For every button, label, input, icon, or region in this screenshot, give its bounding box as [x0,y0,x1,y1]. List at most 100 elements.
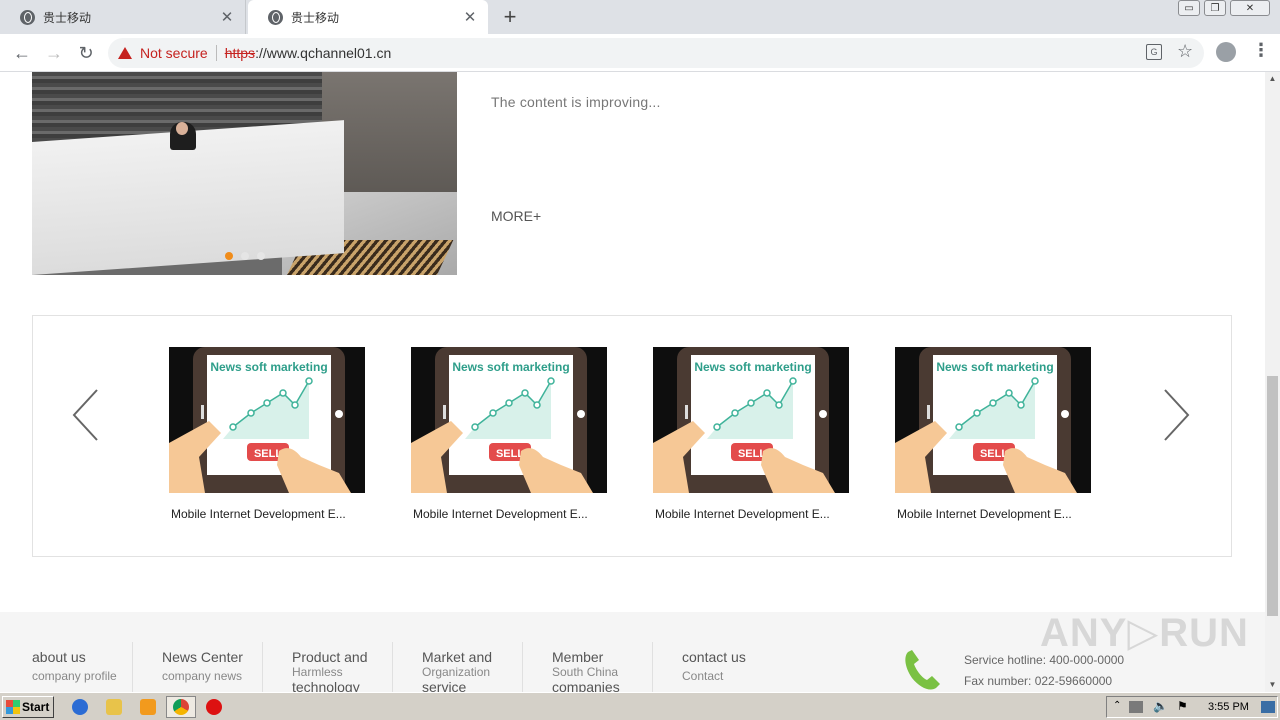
footer-link[interactable]: Organization [422,664,490,680]
carousel-card[interactable]: News soft marketing SELL Mobile Internet … [653,347,849,521]
volume-icon[interactable]: 🔈 [1153,699,1168,713]
carousel-card[interactable]: News soft marketing SELL Mobile Internet … [895,347,1091,521]
address-bar[interactable]: Not secure https://www.qchannel01.cn [108,38,1204,68]
tab-close-icon[interactable]: ✕ [462,8,478,26]
flag-icon[interactable]: ⚑ [1177,699,1188,713]
slider-dot[interactable] [241,252,249,260]
chart-point [731,409,739,417]
footer-divider [132,642,133,692]
ie-icon[interactable] [72,699,88,715]
card-caption[interactable]: Mobile Internet Development E... [169,507,365,521]
tablet-marketing-image[interactable]: News soft marketing SELL [169,347,365,493]
scroll-thumb[interactable] [1267,376,1278,616]
chart-point [279,389,287,397]
tab-1[interactable]: 贵士移动 ✕ [0,0,246,34]
globe-icon [20,9,35,25]
carousel-prev-arrow-icon[interactable] [71,388,101,442]
windows-taskbar: Start ⌃ 🔈 ⚑ 3:55 PM [0,692,1280,720]
chrome-icon [173,699,189,715]
footer-divider [652,642,653,692]
show-desktop-icon[interactable] [1261,701,1275,713]
footer-divider [522,642,523,692]
start-button[interactable]: Start [2,696,54,718]
chart-point [1031,377,1039,385]
explorer-folder-icon[interactable] [106,699,122,715]
bookmark-star-icon[interactable]: ☆ [1177,41,1193,62]
slider-dot[interactable] [225,252,233,260]
thumb-banner-text: News soft marketing [694,360,811,374]
menu-kebab-icon[interactable]: ⋮ [1252,40,1270,61]
screen: 贵士移动 ✕ 贵士移动 ✕ + ▭ ❐ ✕ ← → ↻ Not secure h… [0,0,1280,720]
tab-close-icon[interactable]: ✕ [219,8,235,26]
chart-point [263,399,271,407]
thumb-banner-text: News soft marketing [452,360,569,374]
phone-icon [905,650,940,690]
translate-icon[interactable]: G [1146,44,1162,60]
clock: 3:55 PM [1208,701,1249,713]
window-controls: ▭ ❐ ✕ [1178,0,1270,16]
footer-divider [392,642,393,692]
intro-text: The content is improving... [491,94,661,110]
card-caption[interactable]: Mobile Internet Development E... [895,507,1091,521]
back-arrow-icon[interactable]: ← [10,41,34,65]
tablet-camera [335,410,343,418]
card-caption[interactable]: Mobile Internet Development E... [411,507,607,521]
footer-col-members: Member companies South China [552,642,644,692]
tablet-illustration: News soft marketingSELL [895,347,1091,493]
card-caption[interactable]: Mobile Internet Development E... [653,507,849,521]
chart-point [973,409,981,417]
chart-point [955,423,963,431]
chart-point [229,423,237,431]
chart-point [763,389,771,397]
tray-expand-icon[interactable]: ⌃ [1113,700,1121,711]
tablet-marketing-image[interactable]: News soft marketing SELL [895,347,1091,493]
not-secure-label[interactable]: Not secure [140,45,208,61]
tablet-button [443,405,446,419]
new-tab-button[interactable]: + [498,4,522,30]
tablet-illustration: News soft marketingSELL [411,347,607,493]
restore-button[interactable]: ❐ [1204,0,1226,16]
product-carousel: News soft marketing SELL Mobile Internet … [32,315,1232,557]
more-link[interactable]: MORE+ [491,208,541,224]
chart-point [521,389,529,397]
footer-link[interactable]: company profile [32,668,117,684]
carousel-card[interactable]: News soft marketing SELL Mobile Internet … [411,347,607,521]
chart-point [747,399,755,407]
slider-dots [225,252,265,260]
footer-link[interactable]: company news [162,668,243,684]
footer-link[interactable]: South China [552,664,618,680]
chart-point [489,409,497,417]
scroll-up-icon[interactable]: ▲ [1265,72,1280,86]
chart-point [547,377,555,385]
chart-point [789,377,797,385]
tablet-marketing-image[interactable]: News soft marketing SELL [411,347,607,493]
footer-col-news: News Center company news [162,642,243,684]
page-scrollbar[interactable]: ▲ ▼ [1265,72,1280,692]
tab-2[interactable]: 贵士移动 ✕ [248,0,488,34]
minimize-button[interactable]: ▭ [1178,0,1200,16]
footer-col-market: Market and service Organization [422,642,514,692]
footer-link[interactable]: Harmless [292,664,343,680]
footer-divider [262,642,263,692]
slider-dot[interactable] [257,252,265,260]
carousel-card[interactable]: News soft marketing SELL Mobile Internet … [169,347,365,521]
page-viewport: The content is improving... MORE+ News s… [0,72,1265,692]
tablet-button [685,405,688,419]
reload-icon[interactable]: ↻ [74,41,98,65]
divider [215,45,217,61]
footer-col-product: Product and technology Harmless [292,642,384,692]
url-scheme: https [224,45,256,61]
network-icon[interactable] [1129,701,1143,713]
forward-arrow-icon[interactable]: → [42,41,66,65]
carousel-next-arrow-icon[interactable] [1161,388,1191,442]
media-player-icon[interactable] [140,699,156,715]
tablet-marketing-image[interactable]: News soft marketing SELL [653,347,849,493]
scroll-down-icon[interactable]: ▼ [1265,678,1280,692]
profile-avatar-icon[interactable] [1216,42,1236,62]
close-window-button[interactable]: ✕ [1230,0,1270,16]
tablet-illustration: News soft marketingSELL [169,347,365,493]
chart-point [291,401,299,409]
warning-icon [118,47,132,59]
stop-icon[interactable] [206,699,222,715]
thumb-banner-text: News soft marketing [936,360,1053,374]
